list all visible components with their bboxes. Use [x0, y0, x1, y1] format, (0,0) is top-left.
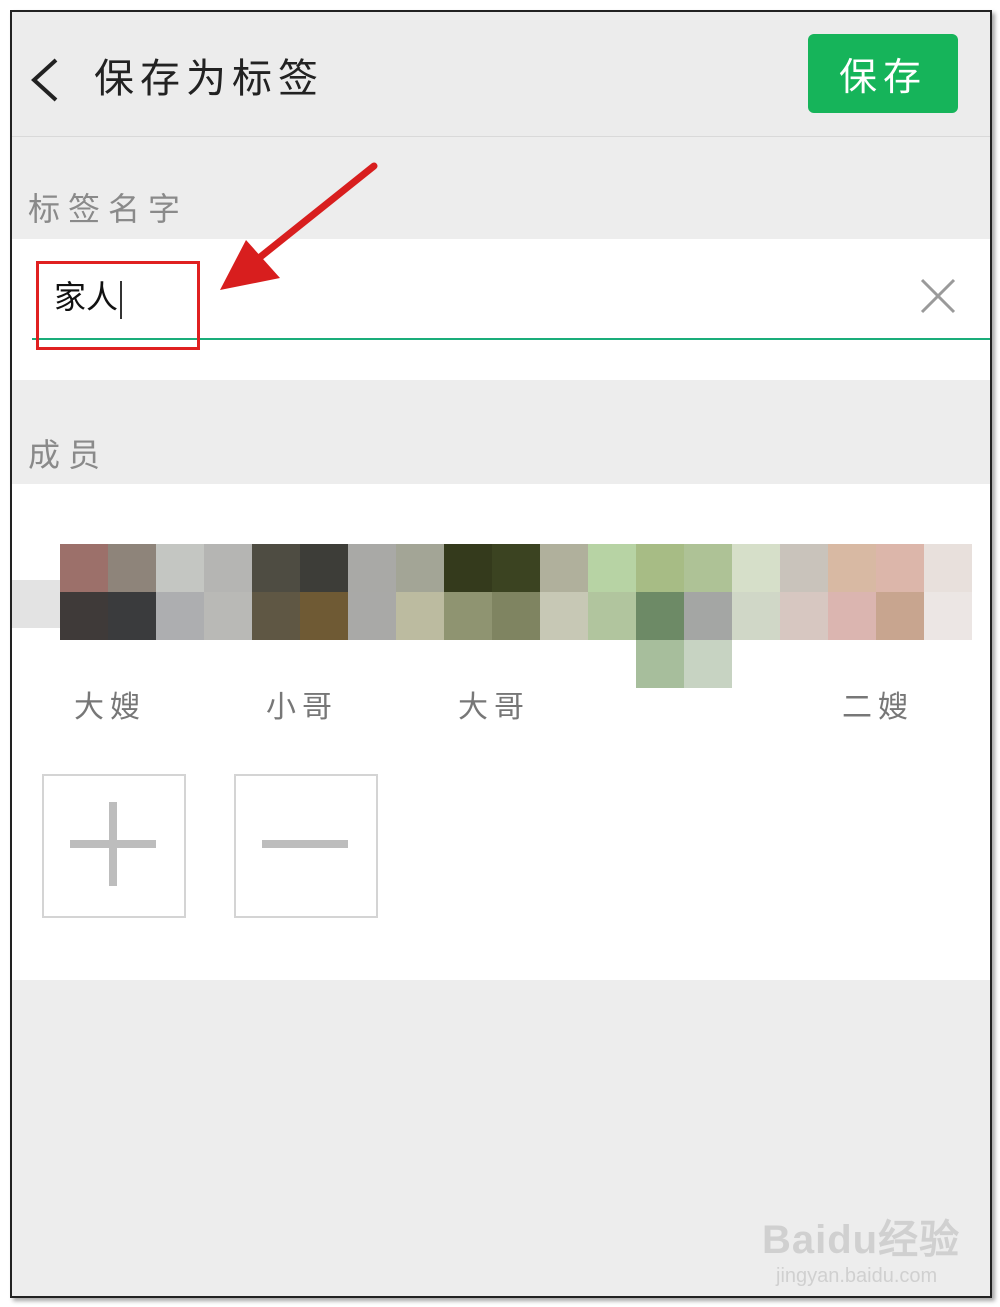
annotation-highlight-box [36, 261, 200, 350]
close-icon [920, 278, 956, 314]
tag-name-label: 标签名字 [28, 190, 189, 228]
top-bar: 保存为标签 保存 [12, 12, 990, 137]
member-name: 大哥 [458, 690, 530, 725]
save-button[interactable]: 保存 [808, 34, 958, 113]
page-title: 保存为标签 [94, 56, 324, 102]
watermark: Baidu经验 jingyan.baidu.com [762, 1207, 960, 1288]
chevron-left-icon [31, 58, 58, 102]
app-window: 保存为标签 保存 标签名字 家人 成员 大嫂 小哥 大哥 二嫂 Baidu经验 … [10, 10, 992, 1298]
annotation-arrow [220, 162, 378, 290]
member-item[interactable]: 大哥 [424, 534, 564, 726]
minus-icon [262, 840, 348, 848]
clear-button[interactable] [916, 274, 960, 318]
add-member-button[interactable] [42, 774, 186, 918]
members-panel: 大嫂 小哥 大哥 二嫂 [12, 484, 990, 980]
member-item[interactable] [616, 534, 756, 682]
plus-icon [70, 802, 156, 886]
watermark-main: Baidu经验 [762, 1218, 961, 1262]
member-item[interactable]: 大嫂 [40, 534, 180, 726]
member-name: 大嫂 [74, 690, 146, 725]
member-name: 小哥 [266, 690, 338, 725]
member-name: 二嫂 [842, 690, 914, 725]
watermark-sub: jingyan.baidu.com [776, 1265, 938, 1287]
members-label: 成员 [28, 436, 109, 474]
member-item[interactable]: 二嫂 [808, 534, 948, 726]
back-button[interactable] [26, 50, 66, 110]
member-item[interactable]: 小哥 [232, 534, 372, 726]
remove-member-button[interactable] [234, 774, 378, 918]
